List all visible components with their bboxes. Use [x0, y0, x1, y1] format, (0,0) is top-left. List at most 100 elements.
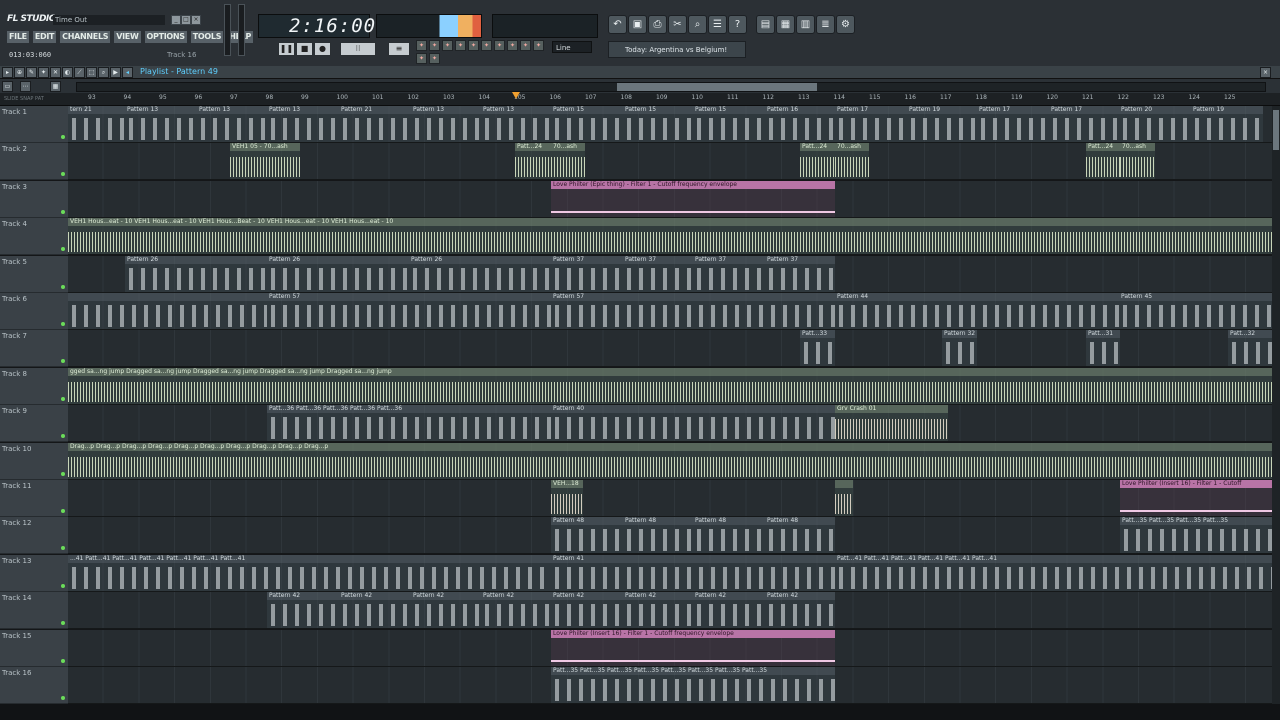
pattern-clip[interactable]: Pattern 17	[1049, 106, 1119, 142]
horizontal-scrollbar[interactable]	[76, 82, 1266, 92]
track-enable-led[interactable]	[61, 359, 65, 364]
track-header[interactable]: Track 1	[0, 106, 68, 143]
tool-icon[interactable]: ✦	[429, 53, 440, 64]
track-enable-led[interactable]	[61, 284, 65, 289]
pattern-clip[interactable]: Pattern 13	[411, 106, 481, 142]
pause-button[interactable]: ❚❚	[278, 42, 295, 56]
pattern-clip[interactable]: Pattern 57	[551, 293, 835, 329]
track-header[interactable]: Track 12	[0, 517, 68, 555]
pattern-clip[interactable]: Pattern 40	[551, 405, 835, 442]
track-header[interactable]: Track 10	[0, 442, 68, 480]
audio-clip[interactable]: VEH1 05 - 70...ash	[230, 143, 300, 180]
pattern-clip[interactable]: Pattern 42	[267, 592, 339, 629]
pattern-clip[interactable]: Pattern 42	[693, 592, 765, 629]
track-enable-led[interactable]	[61, 247, 65, 252]
master-pitch-slider[interactable]	[238, 4, 245, 56]
audio-clip[interactable]: Grv Crash 01	[835, 405, 948, 442]
save-icon[interactable]: ▣	[628, 15, 647, 34]
pattern-clip[interactable]: Pattern 15	[551, 106, 623, 142]
maximize-icon[interactable]: □	[181, 15, 191, 25]
track-enable-led[interactable]	[61, 509, 65, 513]
track-enable-led[interactable]	[61, 434, 65, 439]
pattern-clip[interactable]: Pattern 17	[977, 106, 1049, 142]
pattern-clip[interactable]: Pattern 37	[765, 255, 835, 292]
audio-clip[interactable]: gged sa...ng jump Dragged sa...ng jump D…	[68, 367, 1272, 404]
playback-icon[interactable]: ▶	[110, 67, 121, 78]
audio-clip[interactable]: Patt...24	[800, 143, 835, 180]
track-header[interactable]: Track 8	[0, 367, 68, 405]
tool-icon[interactable]: ✦	[468, 40, 479, 51]
pattern-clip[interactable]: Pattern 42	[481, 592, 551, 629]
pattern-clip[interactable]: tern 21	[68, 106, 125, 142]
pattern-clip[interactable]: Pattern 42	[411, 592, 481, 629]
pattern-clip[interactable]: Pattern 48	[623, 517, 693, 554]
track-header[interactable]: Track 4	[0, 218, 68, 256]
pattern-song-toggle[interactable]: ⁝⁝	[340, 42, 376, 56]
menu-edit[interactable]: EDIT	[32, 31, 57, 43]
snap-select[interactable]: Line	[552, 41, 592, 53]
help-icon[interactable]: ?	[728, 15, 747, 34]
pattern-clip[interactable]: Pattern 16	[765, 106, 835, 142]
pattern-clip[interactable]: Pattern 26	[267, 255, 409, 292]
stepseq-icon[interactable]: ▥	[796, 15, 815, 34]
mute-icon[interactable]: ◐	[62, 67, 73, 78]
pattern-clip[interactable]: Patt...31	[1086, 330, 1120, 367]
browser-icon[interactable]: ⚙	[836, 15, 855, 34]
pattern-clip[interactable]: Pattern 19	[1191, 106, 1263, 142]
pattern-clip[interactable]: Pattern 21	[339, 106, 411, 142]
track-header[interactable]: Track 9	[0, 405, 68, 443]
pattern-clip[interactable]: Pattern 15	[623, 106, 693, 142]
playhead-marker[interactable]	[512, 92, 520, 99]
pattern-clip[interactable]: Patt...36 Patt...36 Patt...36 Patt...36 …	[267, 405, 551, 442]
zoom-tool-icon[interactable]: ⌕	[98, 67, 109, 78]
zoom-icon[interactable]: ⊕	[14, 67, 25, 78]
track-enable-led[interactable]	[61, 621, 65, 626]
pattern-clip[interactable]: Pattern 37	[693, 255, 765, 292]
pattern-clip[interactable]: Pattern 45	[1119, 293, 1272, 329]
playlist-icon[interactable]: ▤	[756, 15, 775, 34]
track-header[interactable]: Track 13	[0, 554, 68, 592]
audio-clip[interactable]: Drag...p Drag...p Drag...p Drag...p Drag…	[68, 442, 1272, 479]
pattern-clip[interactable]: Patt...33	[800, 330, 835, 367]
tool-icon[interactable]: ✦	[494, 40, 505, 51]
pattern-clip[interactable]: Pattern 37	[551, 255, 623, 292]
vertical-scrollbar[interactable]	[1272, 106, 1280, 704]
arrow-icon[interactable]: ◂	[122, 67, 133, 78]
tool-icon[interactable]: ✦	[507, 40, 518, 51]
zoom-out-icon[interactable]: ⋯	[20, 81, 31, 92]
tool-icon[interactable]: ✦	[533, 40, 544, 51]
pattern-clip[interactable]: Pattern 13	[481, 106, 551, 142]
pattern-clip[interactable]: Pattern 37	[623, 255, 693, 292]
vscroll-thumb[interactable]	[1273, 110, 1279, 150]
audio-clip[interactable]: Patt...24	[515, 143, 551, 180]
pattern-clip[interactable]: Pattern 19	[907, 106, 977, 142]
audio-clip[interactable]: VEH1 Hous...eat - 10 VEH1 Hous...eat - 1…	[68, 218, 1272, 255]
plugin-icon[interactable]: ☰	[708, 15, 727, 34]
tool-icon[interactable]: ✦	[455, 40, 466, 51]
audio-clip[interactable]: 70...ash	[551, 143, 585, 180]
news-ticker[interactable]: Today: Argentina vs Belgium!	[608, 41, 746, 58]
tool-icon[interactable]: ✦	[442, 40, 453, 51]
track-header[interactable]: Track 5	[0, 255, 68, 293]
pattern-clip[interactable]: Pattern 42	[339, 592, 411, 629]
pattern-clip[interactable]: Pattern 26	[409, 255, 551, 292]
menu-tools[interactable]: TOOLS	[190, 31, 224, 43]
pattern-clip[interactable]: Pattern 26	[125, 255, 267, 292]
slice-icon[interactable]: ⟋	[74, 67, 85, 78]
tool-icon[interactable]: ✦	[429, 40, 440, 51]
minimize-icon[interactable]: _	[171, 15, 181, 25]
pattern-clip[interactable]: Pattern 15	[693, 106, 765, 142]
tool-icon[interactable]: ✦	[520, 40, 531, 51]
pattern-clip[interactable]: Pattern 48	[765, 517, 835, 554]
track-header[interactable]: Track 14	[0, 592, 68, 630]
track-enable-led[interactable]	[61, 322, 65, 326]
track-enable-led[interactable]	[61, 583, 65, 588]
pattern-clip[interactable]: Pattern 32	[942, 330, 977, 367]
pattern-clip[interactable]: Pattern 57	[267, 293, 551, 329]
draw-icon[interactable]: ✎	[26, 67, 37, 78]
pattern-clip[interactable]: Pattern 42	[765, 592, 835, 629]
timeline-ruler[interactable]: 93 94 95 96 97 98 99 100 101 102 103 104 105 106 107 10…	[0, 93, 1280, 106]
close-icon[interactable]: ×	[1260, 67, 1271, 78]
track-header[interactable]: Track 15	[0, 629, 68, 667]
tool-icon[interactable]: ✦	[481, 40, 492, 51]
